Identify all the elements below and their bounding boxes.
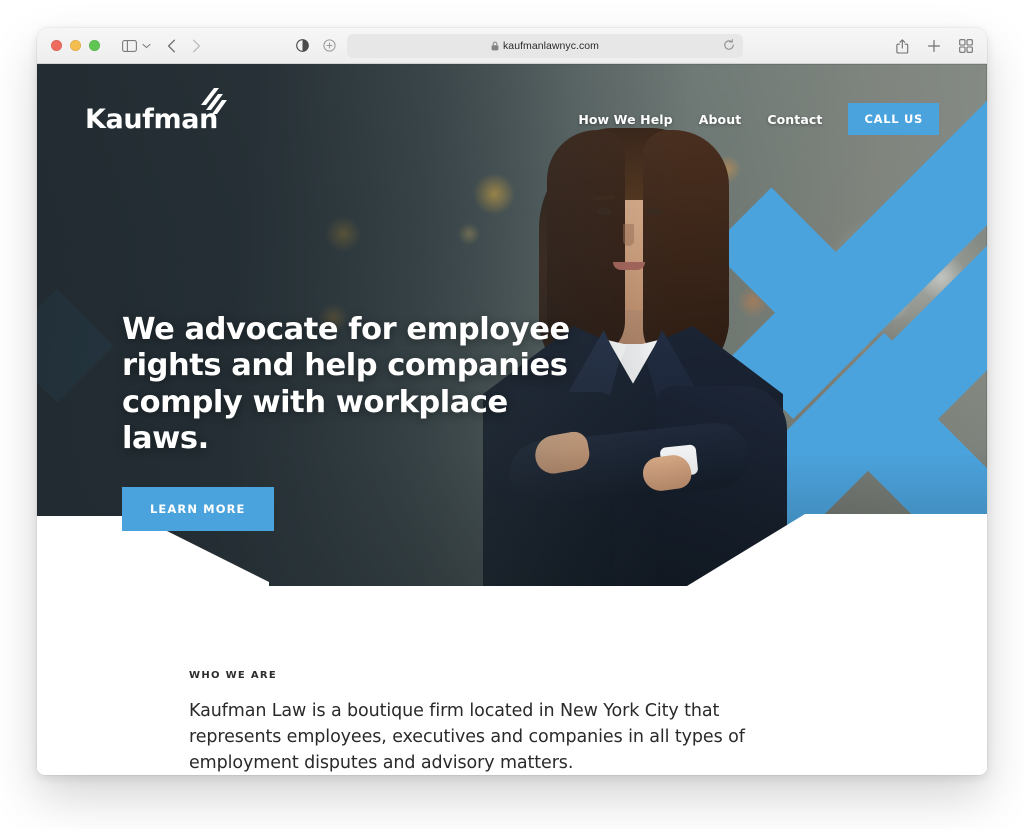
share-icon[interactable] — [896, 38, 909, 54]
site-header: Kaufman How We Help About Contact CALL U… — [37, 64, 987, 174]
forward-arrow-icon[interactable] — [192, 39, 201, 53]
hero-section: Kaufman How We Help About Contact CALL U… — [37, 64, 987, 586]
reload-icon[interactable] — [723, 39, 735, 51]
browser-window: kaufmanlawnyc.com Kaufman How We Help Ab… — [37, 28, 987, 775]
toolbar-right-group — [896, 28, 973, 64]
nav-link-how-we-help[interactable]: How We Help — [578, 112, 672, 127]
maximize-window-button[interactable] — [89, 40, 100, 51]
back-arrow-icon[interactable] — [167, 39, 176, 53]
toolbar-left-group — [100, 39, 336, 53]
learn-more-button[interactable]: LEARN MORE — [122, 487, 274, 532]
browser-toolbar: kaufmanlawnyc.com — [37, 28, 987, 64]
nav-link-about[interactable]: About — [699, 112, 742, 127]
who-we-are-section: WHO WE ARE Kaufman Law is a boutique fir… — [37, 586, 987, 775]
page-viewport: Kaufman How We Help About Contact CALL U… — [37, 64, 987, 775]
window-traffic-lights — [51, 40, 100, 51]
hero-headline: We advocate for employee rights and help… — [122, 312, 570, 456]
tab-overview-icon[interactable] — [959, 39, 973, 53]
main-navigation: How We Help About Contact CALL US — [578, 103, 939, 135]
who-we-are-body: Kaufman Law is a boutique firm located i… — [189, 701, 745, 773]
minimize-window-button[interactable] — [70, 40, 81, 51]
lock-icon — [491, 41, 499, 51]
address-bar-content: kaufmanlawnyc.com — [491, 40, 599, 52]
chevron-slashes-mark-icon — [194, 87, 228, 114]
zoom-reset-icon[interactable] — [323, 39, 336, 52]
site-logo[interactable]: Kaufman — [85, 87, 227, 135]
call-us-button[interactable]: CALL US — [848, 103, 939, 135]
close-window-button[interactable] — [51, 40, 62, 51]
address-bar[interactable]: kaufmanlawnyc.com — [347, 34, 743, 58]
url-text: kaufmanlawnyc.com — [503, 40, 599, 52]
appearance-contrast-icon[interactable] — [296, 39, 309, 52]
who-we-are-eyebrow: WHO WE ARE — [189, 670, 277, 681]
sidebar-icon[interactable] — [122, 39, 137, 52]
hero-copy: We advocate for employee rights and help… — [122, 312, 592, 532]
plus-icon[interactable] — [927, 39, 941, 53]
nav-link-contact[interactable]: Contact — [767, 112, 822, 127]
chevron-down-icon[interactable] — [142, 43, 151, 49]
